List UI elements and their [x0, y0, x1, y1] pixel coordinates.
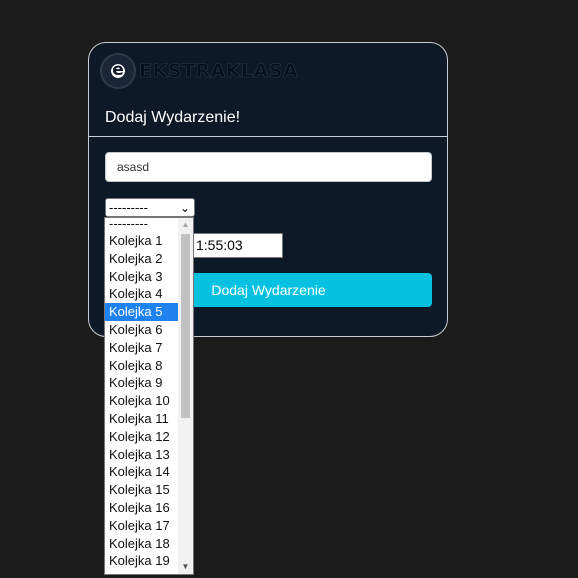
dropdown-option[interactable]: Kolejka 4: [105, 285, 178, 303]
dropdown-option[interactable]: Kolejka 19: [105, 552, 178, 570]
event-name-input[interactable]: [105, 152, 432, 182]
header-divider: [89, 136, 447, 137]
dropdown-option[interactable]: Kolejka 18: [105, 535, 178, 553]
dropdown-option[interactable]: Kolejka 2: [105, 250, 178, 268]
dropdown-option[interactable]: Kolejka 7: [105, 339, 178, 357]
logo-badge-letter: e: [112, 59, 124, 80]
dropdown-option[interactable]: Kolejka 9: [105, 374, 178, 392]
round-select-dropdown[interactable]: --------- Kolejka 1 Kolejka 2 Kolejka 3 Kole…: [104, 217, 194, 575]
chevron-down-icon: ⌄: [179, 201, 190, 215]
dropdown-option[interactable]: Kolejka 8: [105, 357, 178, 375]
event-time-value: 1:55:03: [196, 237, 243, 253]
dropdown-option[interactable]: ---------: [105, 218, 178, 232]
dropdown-option[interactable]: Kolejka 1: [105, 232, 178, 250]
scroll-up-arrow-icon[interactable]: ▲: [178, 218, 193, 232]
dropdown-scrollbar[interactable]: ▲ ▼: [178, 218, 193, 574]
dropdown-option[interactable]: Kolejka 10: [105, 392, 178, 410]
scrollbar-thumb[interactable]: [181, 234, 190, 418]
dropdown-option[interactable]: Kolejka 11: [105, 410, 178, 428]
ekstraklasa-badge-icon: e: [100, 53, 136, 89]
dropdown-option[interactable]: Kolejka 12: [105, 428, 178, 446]
logo-text: EKSTRAKLASA: [139, 60, 299, 83]
dropdown-option[interactable]: Kolejka 14: [105, 463, 178, 481]
dropdown-option[interactable]: Kolejka 17: [105, 517, 178, 535]
dropdown-option[interactable]: Kolejka 15: [105, 481, 178, 499]
dropdown-option[interactable]: Kolejka 5: [105, 303, 178, 321]
round-select[interactable]: --------- ⌄: [105, 198, 195, 217]
dropdown-option[interactable]: Kolejka 16: [105, 499, 178, 517]
dropdown-option[interactable]: Kolejka 3: [105, 268, 178, 286]
dropdown-option[interactable]: Kolejka 6: [105, 321, 178, 339]
scroll-down-arrow-icon[interactable]: ▼: [178, 560, 193, 574]
round-select-value: ---------: [109, 200, 148, 215]
dropdown-option[interactable]: Kolejka 13: [105, 446, 178, 464]
ekstraklasa-logo: e EKSTRAKLASA: [100, 53, 298, 89]
form-title: Dodaj Wydarzenie!: [105, 109, 241, 126]
